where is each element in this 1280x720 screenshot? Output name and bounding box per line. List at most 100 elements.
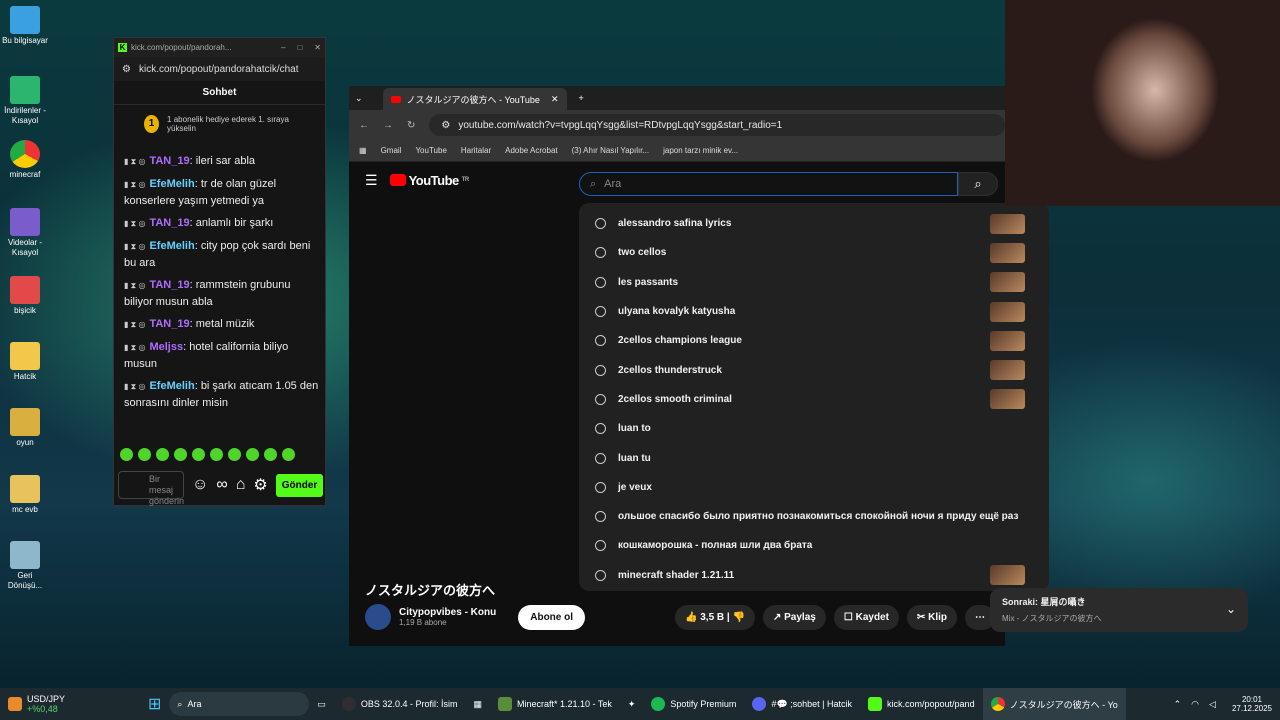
search-button[interactable]: ⌕ — [958, 172, 998, 196]
bookmark-ahir[interactable]: (3) Ahır Nasıl Yapılır... — [572, 146, 650, 155]
desktop-icon-videos[interactable]: Videolar - Kısayol — [2, 208, 48, 258]
emote-icon[interactable] — [264, 448, 277, 461]
suggestion-item[interactable]: 2cellos smooth criminal — [579, 385, 1049, 414]
bookmark-acrobat[interactable]: Adobe Acrobat — [505, 146, 557, 155]
suggestion-item[interactable]: кошкаморошка - полная шли два брата — [579, 531, 1049, 560]
address-bar[interactable]: ⚙ youtube.com/watch?v=tvpgLqqYsgg&list=RD… — [429, 114, 1005, 136]
chat-username[interactable]: TAN_19 — [149, 155, 189, 167]
start-icon[interactable]: ⊞ — [140, 688, 169, 720]
chat-input[interactable]: Bir mesaj gönderin — [118, 471, 184, 506]
taskbar-search[interactable]: ⌕ Ara — [169, 692, 310, 716]
minimize-icon[interactable]: – — [281, 43, 285, 52]
youtube-logo[interactable]: YouTube TR — [389, 173, 469, 188]
suggestion-item[interactable]: alessandro safina lyrics — [579, 209, 1049, 238]
bookmark-maps[interactable]: Haritalar — [461, 146, 491, 155]
emote-icon[interactable] — [228, 448, 241, 461]
thumbs-up-icon: 👍 — [685, 611, 701, 623]
kick-url-bar[interactable]: ⚙ kick.com/popout/pandorahatcik/chat — [114, 57, 325, 81]
maximize-icon[interactable]: □ — [297, 43, 302, 52]
gear-icon[interactable]: ⚙ — [253, 475, 267, 495]
up-next-panel[interactable]: Sonraki: 星屑の囁き Mix - ノスタルジアの彼方へ ⌄ — [990, 588, 1248, 632]
chat-username[interactable]: TAN_19 — [149, 279, 189, 291]
subscribe-button[interactable]: Abone ol — [518, 604, 586, 630]
reload-icon[interactable]: ↻ — [407, 120, 415, 131]
desktop-icon-hatcik[interactable]: Hatcik — [2, 342, 48, 382]
suggestion-item[interactable]: luan to — [579, 414, 1049, 443]
vpn-icon[interactable]: ✦ — [620, 688, 644, 720]
desktop-icon-bisicik[interactable]: bişicik — [2, 276, 48, 316]
desktop-icon-chrome[interactable]: minecraf — [2, 140, 48, 180]
taskbar-app-minecraft[interactable]: Minecraft* 1.21.10 - Tek — [490, 688, 620, 720]
chat-username[interactable]: Meljss — [149, 341, 183, 353]
close-tab-icon[interactable]: ✕ — [551, 94, 559, 105]
apps-icon[interactable]: ▦ — [359, 146, 367, 155]
suggestion-item[interactable]: 2cellos champions league — [579, 326, 1049, 355]
currency-widget[interactable]: USD/JPY +%0,48 — [0, 688, 140, 720]
desktop-icon-this-pc[interactable]: Bu bilgisayar — [2, 6, 48, 46]
chat-username[interactable]: EfeMelih — [149, 178, 194, 190]
chevron-up-icon[interactable]: ⌃ — [1174, 699, 1182, 710]
store-icon[interactable]: ⌂ — [236, 476, 246, 494]
taskbar-app-kick[interactable]: kick.com/popout/pand — [860, 688, 983, 720]
infinity-icon[interactable]: ∞ — [216, 476, 227, 494]
emote-icon[interactable] — [192, 448, 205, 461]
emote-icon[interactable] — [138, 448, 151, 461]
share-button[interactable]: ↗ Paylaş — [762, 604, 826, 630]
task-view-icon[interactable]: ▭ — [309, 688, 334, 720]
taskbar-app-chrome[interactable]: ノスタルジアの彼方へ - Yo — [982, 688, 1126, 720]
channel-name[interactable]: Citypopvibes - Konu — [399, 607, 496, 618]
taskbar-app-spotify[interactable]: Spotify Premium — [643, 688, 744, 720]
suggestion-item[interactable]: ulyana kovalyk katyusha — [579, 297, 1049, 326]
menu-icon[interactable]: ☰ — [365, 172, 378, 189]
clock[interactable]: 20:01 27.12.2025 — [1224, 688, 1280, 720]
emote-icon[interactable] — [156, 448, 169, 461]
tab-youtube[interactable]: ノスタルジアの彼方へ - YouTube ✕ — [382, 88, 567, 110]
chat-username[interactable]: TAN_19 — [149, 318, 189, 330]
desktop-icon-mc-evb[interactable]: mc evb — [2, 475, 48, 515]
chevron-down-icon[interactable]: ⌄ — [1226, 602, 1236, 616]
send-button[interactable]: Gönder — [275, 473, 324, 497]
suggestion-item[interactable]: je veux — [579, 473, 1049, 502]
bookmark-youtube[interactable]: YouTube — [415, 146, 446, 155]
bookmark-gmail[interactable]: Gmail — [381, 146, 402, 155]
emote-icon[interactable] — [120, 448, 133, 461]
forward-icon[interactable]: → — [383, 120, 393, 131]
suggestion-item[interactable]: luan tu — [579, 443, 1049, 472]
emote-icon[interactable] — [210, 448, 223, 461]
emote-icon[interactable] — [246, 448, 259, 461]
suggestion-item[interactable]: ольшое спасибо было приятно познакомитьс… — [579, 502, 1049, 531]
wifi-icon[interactable]: ◠ — [1191, 699, 1199, 710]
emoji-icon[interactable]: ☺ — [192, 476, 208, 494]
suggestion-item[interactable]: 2cellos thunderstruck — [579, 355, 1049, 384]
like-button[interactable]: 👍 3,5 B | 👎 — [675, 604, 755, 630]
chat-username[interactable]: EfeMelih — [149, 380, 194, 392]
suggestion-item[interactable]: minecraft shader 1.21.11 — [579, 561, 1049, 590]
close-icon[interactable]: ✕ — [314, 43, 321, 52]
suggestion-item[interactable]: les passants — [579, 268, 1049, 297]
suggestion-item[interactable]: two cellos — [579, 238, 1049, 267]
new-tab-icon[interactable]: + — [579, 93, 584, 103]
search-input[interactable]: ⌕ Ara — [579, 172, 958, 196]
chat-username[interactable]: TAN_19 — [149, 217, 189, 229]
settings-icon[interactable]: ⚙ — [122, 64, 131, 75]
save-button[interactable]: ☐ Kaydet — [833, 604, 899, 630]
channel-avatar[interactable] — [365, 604, 391, 630]
calculator-icon[interactable]: ▦ — [465, 688, 490, 720]
site-info-icon[interactable]: ⚙ — [441, 120, 450, 131]
taskbar-app-obs[interactable]: OBS 32.0.4 - Profil: İsim — [334, 688, 466, 720]
desktop-icon-downloads[interactable]: İndirilenler - Kısayol — [2, 76, 48, 126]
gift-banner[interactable]: 1 1 abonelik hediye ederek 1. sıraya yüks… — [114, 105, 325, 143]
back-icon[interactable]: ← — [359, 120, 369, 131]
system-tray[interactable]: ⌃ ◠ ◁ — [1166, 688, 1224, 720]
volume-icon[interactable]: ◁ — [1209, 699, 1216, 710]
tab-search-icon[interactable]: ⌄ — [355, 93, 363, 104]
bookmark-japon[interactable]: japon tarzı minik ev... — [663, 146, 738, 155]
desktop-icon-oyun[interactable]: oyun — [2, 408, 48, 448]
clip-button[interactable]: ✂ Klip — [906, 604, 958, 630]
taskbar-app-discord[interactable]: #💬 ;sohbet | Hatcik — [744, 688, 860, 720]
chat-username[interactable]: EfeMelih — [149, 240, 194, 252]
emote-icon[interactable] — [174, 448, 187, 461]
desktop-icon-recycle-bin[interactable]: Geri Dönüşü... — [2, 541, 48, 591]
thumbs-down-icon[interactable]: 👎 — [733, 612, 745, 623]
emote-icon[interactable] — [282, 448, 295, 461]
